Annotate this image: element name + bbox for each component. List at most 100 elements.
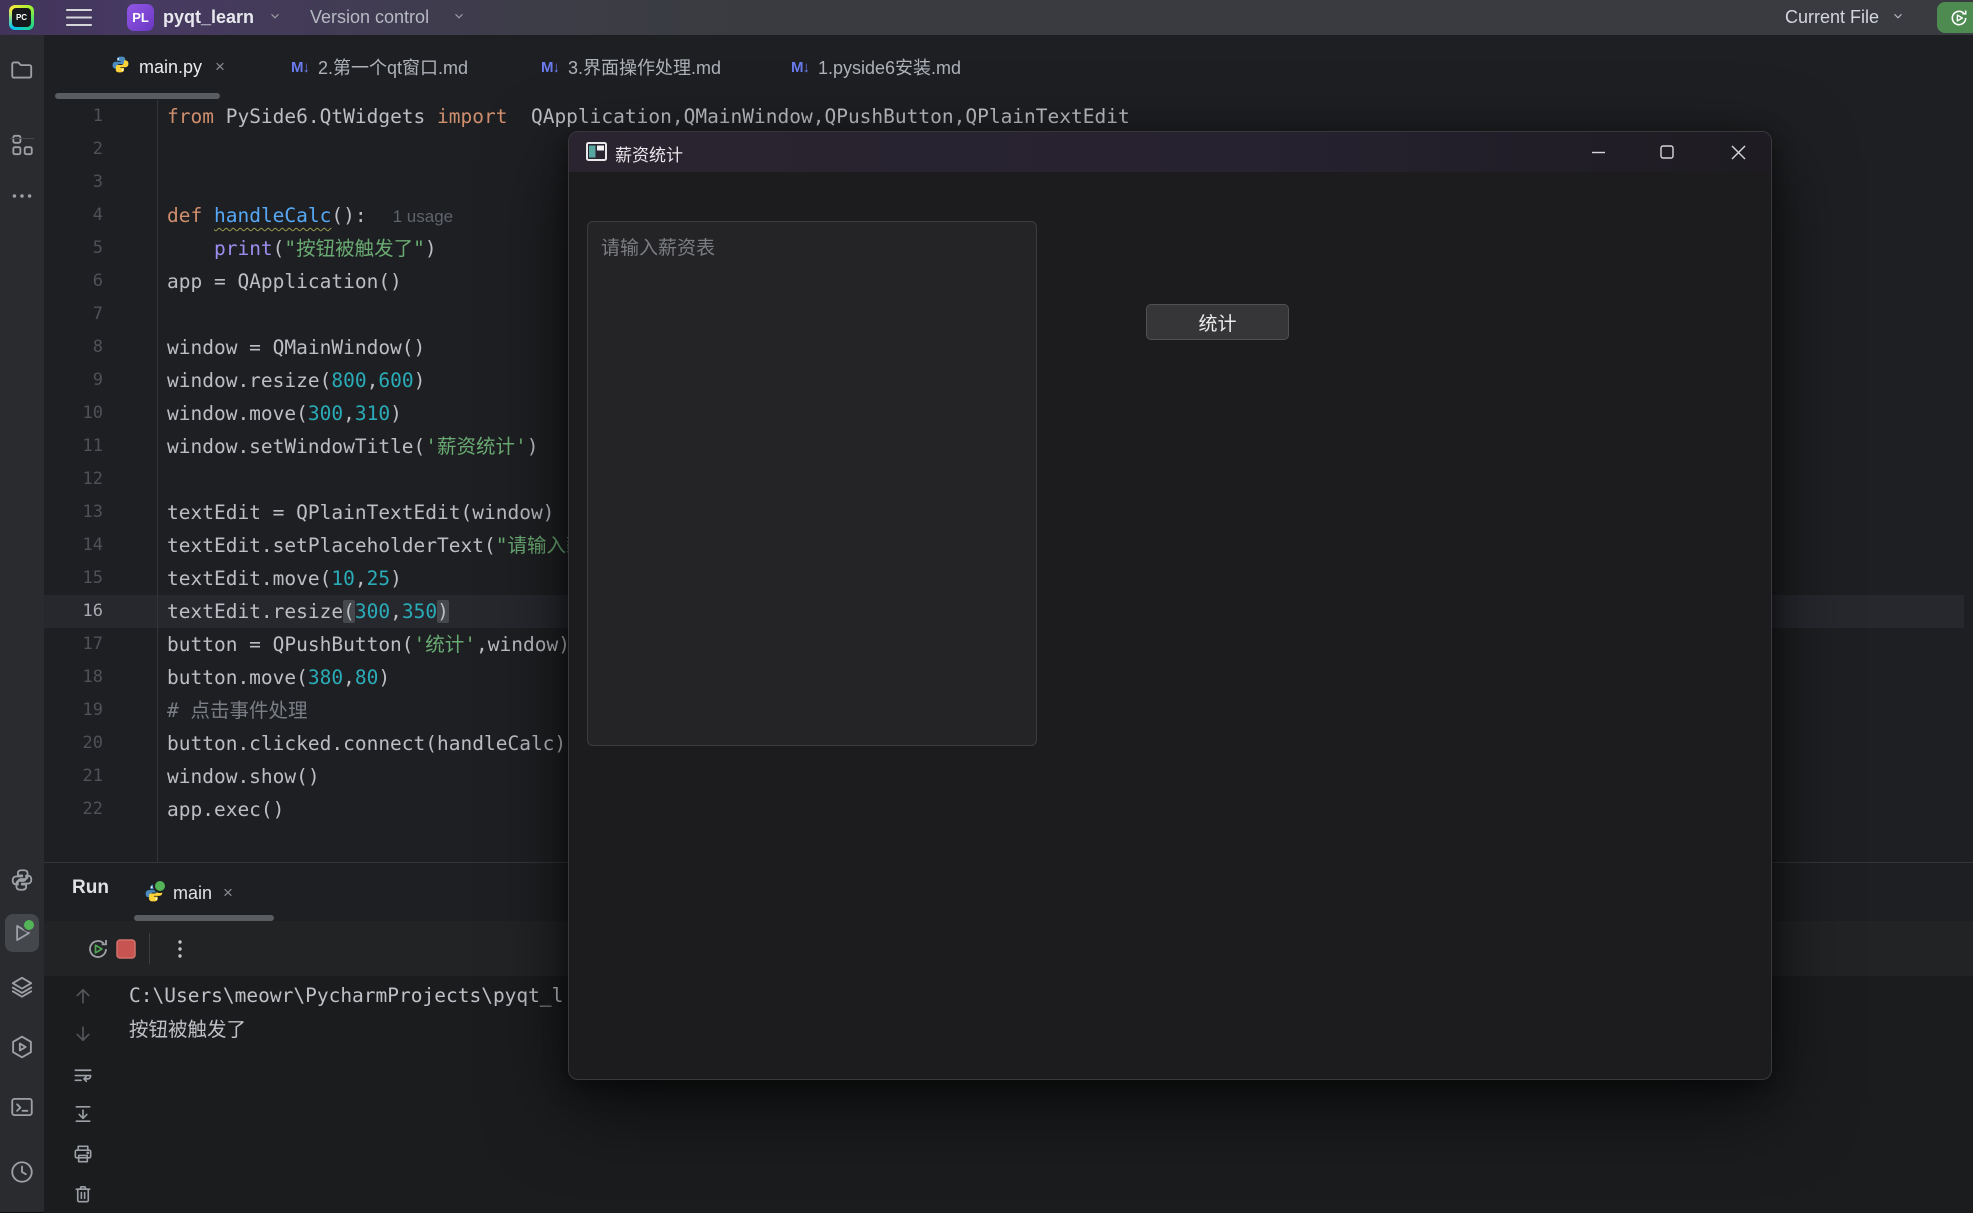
plugins-icon[interactable] [9, 132, 35, 158]
statistics-button[interactable]: 统计 [1146, 304, 1289, 340]
line-number[interactable]: 5 [44, 232, 103, 265]
line-number[interactable]: 3 [44, 166, 103, 199]
rerun-button[interactable] [1937, 2, 1973, 33]
printer-icon[interactable] [72, 1143, 95, 1166]
editor-tab-1[interactable]: main.py × [99, 35, 237, 99]
pycharm-window: { "header": { "logo_text": "PC", "projec… [0, 0, 1973, 1212]
line-number[interactable]: 10 [44, 397, 103, 430]
line-number[interactable]: 1 [44, 100, 103, 133]
folder-icon[interactable] [9, 57, 35, 83]
code-text: textEdit.move(10,25) [167, 562, 402, 595]
chevron-down-icon [268, 9, 282, 26]
line-number[interactable]: 11 [44, 430, 103, 463]
stop-icon[interactable] [115, 938, 137, 960]
more-options-kebab-icon[interactable] [168, 937, 192, 961]
line-number[interactable]: 4 [44, 199, 103, 232]
markdown-icon: M↓ [291, 59, 309, 76]
scroll-to-end-icon[interactable] [72, 1103, 95, 1126]
line-number[interactable]: 16 [44, 595, 103, 628]
line-number[interactable]: 17 [44, 628, 103, 661]
maximize-button[interactable] [1634, 132, 1700, 172]
editor-tab-bar: main.py × M↓ 2.第一个qt窗口.md M↓3.界面操作处理.md M↓1.p… [44, 35, 1973, 101]
minimize-button[interactable] [1565, 132, 1631, 172]
code-text: window = QMainWindow() [167, 331, 425, 364]
code-line-1[interactable]: 1 from PySide6.QtWidgets import QApplicat… [44, 100, 1964, 133]
dialog-title-bar[interactable]: 薪资统计 [569, 132, 1771, 172]
line-number[interactable]: 21 [44, 760, 103, 793]
version-control-menu[interactable]: Version control [310, 7, 429, 28]
editor-tab-3[interactable]: M↓3.界面操作处理.md [529, 35, 733, 99]
line-number[interactable]: 6 [44, 265, 103, 298]
line-number[interactable]: 9 [44, 364, 103, 397]
code-text: button.move(380,80) [167, 661, 390, 694]
line-number[interactable]: 14 [44, 529, 103, 562]
terminal-icon[interactable] [9, 1094, 35, 1120]
arrow-down-icon[interactable] [72, 1023, 95, 1046]
soft-wrap-icon[interactable] [72, 1065, 95, 1088]
chevron-down-icon [452, 9, 466, 26]
tab-label: 1.pyside6安装.md [818, 54, 961, 80]
line-number[interactable]: 7 [44, 298, 103, 331]
tab-label: 3.界面操作处理.md [568, 54, 721, 80]
editor-tab-2[interactable]: M↓ 2.第一个qt窗口.md [279, 35, 480, 99]
code-text: app.exec() [167, 793, 284, 826]
run-panel-title: Run [72, 877, 109, 899]
code-text: button.clicked.connect(handleCalc) [167, 727, 566, 760]
hamburger-menu-icon[interactable] [66, 8, 92, 27]
arrow-up-icon[interactable] [72, 985, 95, 1008]
run-configuration-selector[interactable]: Current File [1785, 7, 1879, 28]
close-button[interactable] [1705, 132, 1771, 172]
activity-bar [0, 35, 45, 1212]
code-text: textEdit.setPlaceholderText("请输入薪 [167, 529, 585, 562]
code-text: window.setWindowTitle('薪资统计') [167, 430, 539, 463]
dialog-title: 薪资统计 [615, 141, 683, 166]
line-number[interactable]: 15 [44, 562, 103, 595]
line-number[interactable]: 13 [44, 496, 103, 529]
window-icon [586, 142, 607, 161]
code-text: # 点击事件处理 [167, 694, 307, 727]
line-number[interactable]: 19 [44, 694, 103, 727]
code-text: button = QPushButton('统计',window) [167, 628, 570, 661]
chevron-down-icon [1891, 9, 1905, 26]
qt-dialog-salary-statistics: 薪资统计 统计 [568, 131, 1772, 1080]
tab-label: 2.第一个qt窗口.md [318, 54, 468, 80]
toolbar-divider [149, 933, 150, 964]
close-icon[interactable]: × [215, 57, 225, 77]
close-icon[interactable]: × [223, 883, 233, 903]
running-indicator-dot [153, 879, 167, 893]
project-name[interactable]: pyqt_learn [163, 7, 254, 28]
editor-tab-4[interactable]: M↓1.pyside6安装.md [779, 35, 973, 99]
run-tab-label: main [173, 883, 212, 904]
python-icon [111, 55, 130, 79]
line-number[interactable]: 12 [44, 463, 103, 496]
rerun-icon[interactable] [86, 937, 110, 961]
tab-label: main.py [139, 57, 202, 78]
python-icon [144, 883, 164, 903]
line-number[interactable]: 18 [44, 661, 103, 694]
project-avatar[interactable]: PL [127, 4, 154, 31]
code-text: window.move(300,310) [167, 397, 402, 430]
services-layers-icon[interactable] [9, 974, 35, 1000]
code-text: print("按钮被触发了") [167, 232, 437, 265]
trash-icon[interactable] [72, 1183, 95, 1206]
code-text: window.show() [167, 760, 320, 793]
python-packages-icon[interactable] [9, 867, 35, 893]
run-icon[interactable] [9, 920, 35, 946]
line-number[interactable]: 22 [44, 793, 103, 826]
line-number[interactable]: 8 [44, 331, 103, 364]
more-icon[interactable] [9, 183, 35, 209]
console-line: 按钮被触发了 [129, 1013, 246, 1047]
code-text: window.resize(800,600) [167, 364, 425, 397]
usage-hint[interactable]: 1 usage [393, 207, 454, 226]
line-number[interactable]: 20 [44, 727, 103, 760]
services-play-icon[interactable] [9, 1034, 35, 1060]
line-number[interactable]: 2 [44, 133, 103, 166]
gutter-divider [157, 100, 158, 862]
code-text: app = QApplication() [167, 265, 402, 298]
sidebar-divider [10, 138, 34, 139]
pycharm-logo: PC [9, 5, 34, 30]
salary-text-edit[interactable] [587, 221, 1037, 746]
clock-icon[interactable] [9, 1159, 35, 1185]
code-text: from PySide6.QtWidgets import QApplicati… [167, 100, 1130, 133]
run-tab-main[interactable]: main × [144, 871, 233, 915]
